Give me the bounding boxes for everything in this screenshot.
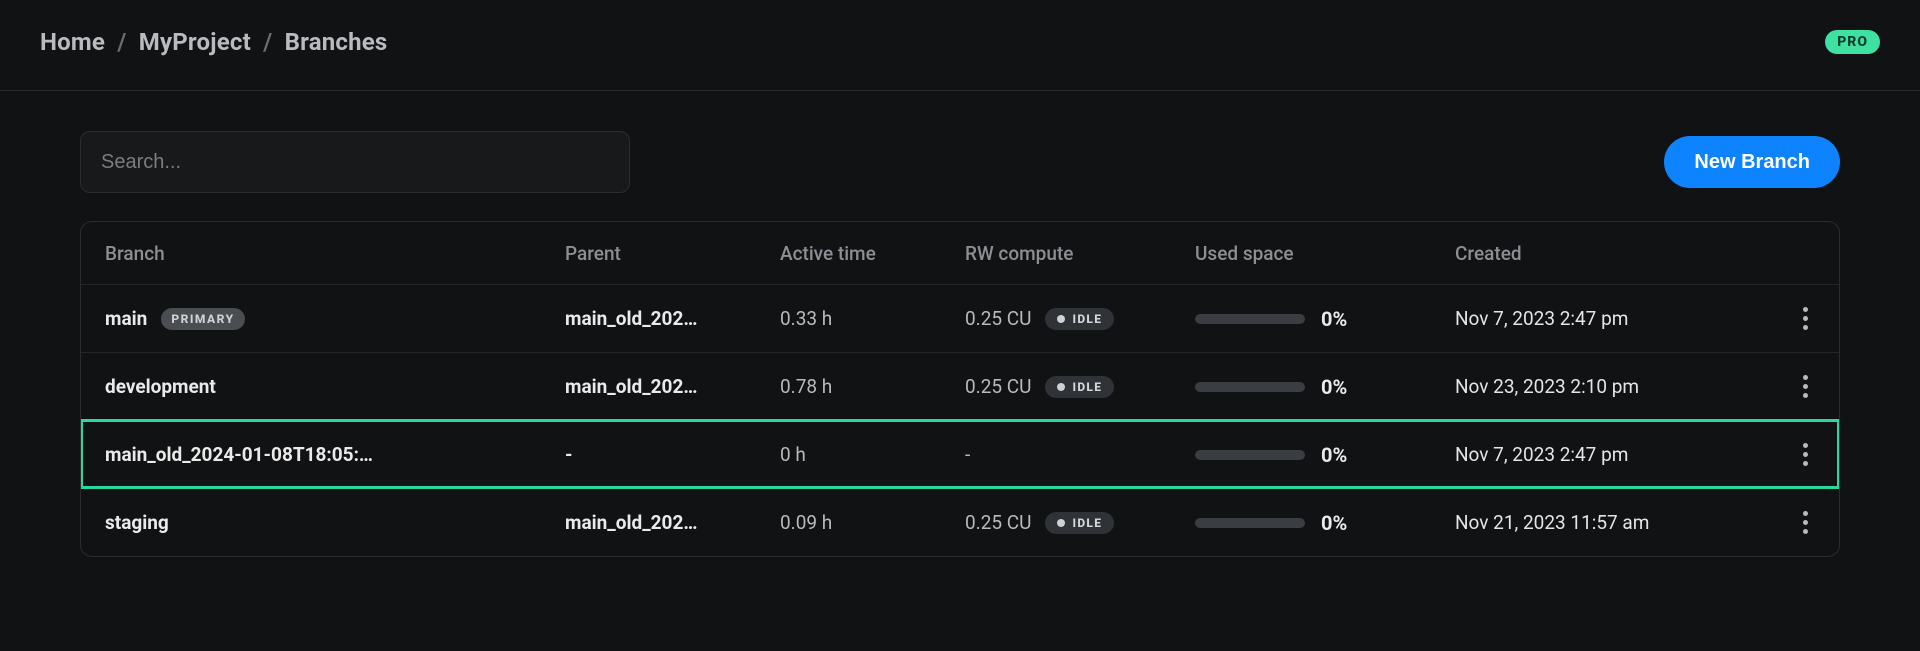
row-menu-cell [1775, 373, 1835, 401]
breadcrumb-item-project[interactable]: MyProject [139, 28, 251, 56]
rw-compute-cell: 0.25 CU IDLE [965, 307, 1195, 330]
used-space-bar [1195, 382, 1305, 392]
used-space-cell: 0% [1195, 375, 1455, 399]
table-row[interactable]: main_old_2024-01-08T18:05:… -0 h- 0% Nov 7,… [81, 420, 1839, 488]
rw-compute-cell: - [965, 443, 1195, 466]
used-space-pct: 0% [1321, 443, 1347, 467]
new-branch-button[interactable]: New Branch [1664, 136, 1840, 188]
col-branch: Branch [105, 242, 565, 265]
idle-dot-icon [1057, 519, 1065, 527]
page-root: Home / MyProject / Branches PRO New Bran… [0, 0, 1920, 651]
idle-pill: IDLE [1045, 512, 1114, 534]
row-menu-cell [1775, 509, 1835, 537]
branch-name: staging [105, 511, 169, 534]
created-cell: Nov 21, 2023 11:57 am [1455, 511, 1775, 534]
table-row[interactable]: staging main_old_202…0.09 h0.25 CU IDLE 0% N… [81, 488, 1839, 556]
compute-value: 0.25 CU [965, 375, 1031, 398]
table-toolbar: New Branch [80, 131, 1840, 193]
breadcrumb: Home / MyProject / Branches [40, 28, 387, 56]
breadcrumb-item-home[interactable]: Home [40, 28, 105, 56]
branch-cell[interactable]: main_old_2024-01-08T18:05:… [105, 443, 565, 466]
table-row[interactable]: main PRIMARY main_old_202…0.33 h0.25 CU IDL… [81, 284, 1839, 352]
table-header-row: Branch Parent Active time RW compute Use… [81, 222, 1839, 284]
idle-label: IDLE [1072, 312, 1102, 326]
primary-tag: PRIMARY [161, 308, 244, 330]
created-cell: Nov 23, 2023 2:10 pm [1455, 375, 1775, 398]
idle-label: IDLE [1072, 380, 1102, 394]
parent-cell: main_old_202… [565, 511, 780, 534]
rw-compute-cell: 0.25 CU IDLE [965, 375, 1195, 398]
used-space-cell: 0% [1195, 511, 1455, 535]
branch-cell[interactable]: development [105, 375, 565, 398]
breadcrumb-separator: / [111, 28, 132, 56]
parent-cell: - [565, 443, 780, 466]
branch-name: main [105, 307, 147, 330]
branch-name: development [105, 375, 216, 398]
topbar: Home / MyProject / Branches PRO [0, 0, 1920, 91]
breadcrumb-separator: / [257, 28, 278, 56]
kebab-menu-icon[interactable] [1791, 305, 1819, 333]
col-active-time: Active time [780, 242, 965, 265]
active-time-cell: 0 h [780, 443, 965, 466]
compute-value: 0.25 CU [965, 307, 1031, 330]
used-space-bar [1195, 314, 1305, 324]
active-time-cell: 0.33 h [780, 307, 965, 330]
used-space-pct: 0% [1321, 307, 1347, 331]
col-parent: Parent [565, 242, 780, 265]
used-space-bar [1195, 518, 1305, 528]
used-space-pct: 0% [1321, 375, 1347, 399]
table-row[interactable]: development main_old_202…0.78 h0.25 CU IDL… [81, 352, 1839, 420]
used-space-pct: 0% [1321, 511, 1347, 535]
used-space-cell: 0% [1195, 307, 1455, 331]
kebab-menu-icon[interactable] [1791, 441, 1819, 469]
idle-label: IDLE [1072, 516, 1102, 530]
branch-cell[interactable]: staging [105, 511, 565, 534]
idle-pill: IDLE [1045, 376, 1114, 398]
idle-dot-icon [1057, 315, 1065, 323]
parent-cell: main_old_202… [565, 375, 780, 398]
pro-badge: PRO [1825, 30, 1880, 54]
compute-value: - [965, 443, 970, 466]
row-menu-cell [1775, 441, 1835, 469]
created-cell: Nov 7, 2023 2:47 pm [1455, 307, 1775, 330]
active-time-cell: 0.78 h [780, 375, 965, 398]
col-used-space: Used space [1195, 242, 1455, 265]
used-space-cell: 0% [1195, 443, 1455, 467]
created-cell: Nov 7, 2023 2:47 pm [1455, 443, 1775, 466]
content: New Branch Branch Parent Active time RW … [80, 131, 1840, 557]
branch-name: main_old_2024-01-08T18:05:… [105, 443, 373, 466]
idle-pill: IDLE [1045, 308, 1114, 330]
col-created: Created [1455, 242, 1775, 265]
kebab-menu-icon[interactable] [1791, 509, 1819, 537]
used-space-bar [1195, 450, 1305, 460]
rw-compute-cell: 0.25 CU IDLE [965, 511, 1195, 534]
idle-dot-icon [1057, 383, 1065, 391]
breadcrumb-item-current: Branches [285, 28, 388, 56]
kebab-menu-icon[interactable] [1791, 373, 1819, 401]
compute-value: 0.25 CU [965, 511, 1031, 534]
branch-cell[interactable]: main PRIMARY [105, 307, 565, 330]
row-menu-cell [1775, 305, 1835, 333]
search-input[interactable] [80, 131, 630, 193]
col-rw-compute: RW compute [965, 242, 1195, 265]
parent-cell: main_old_202… [565, 307, 780, 330]
active-time-cell: 0.09 h [780, 511, 965, 534]
branches-table: Branch Parent Active time RW compute Use… [80, 221, 1840, 557]
